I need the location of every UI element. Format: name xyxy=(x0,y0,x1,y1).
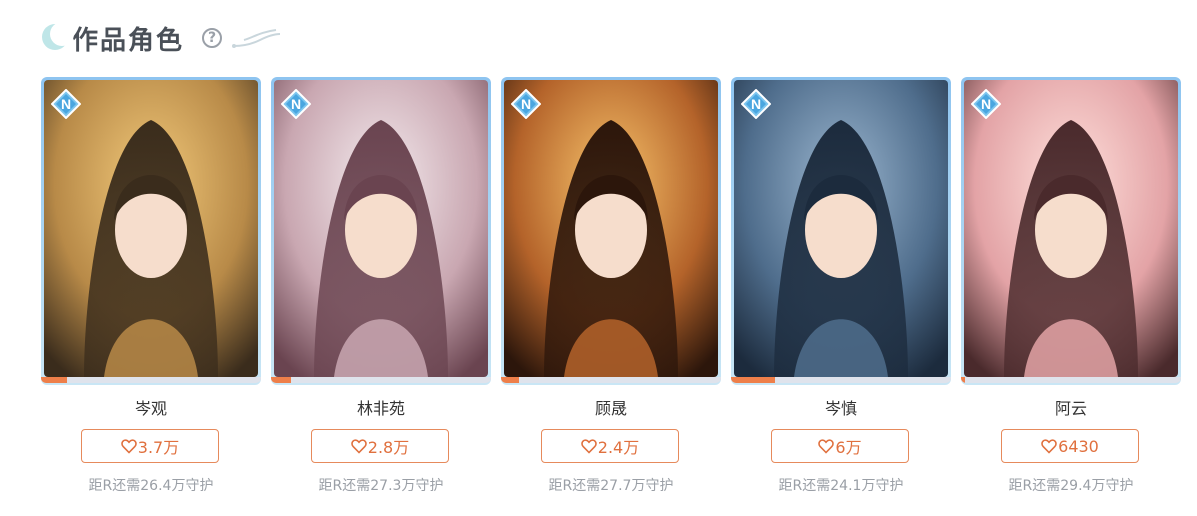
swirl-icon xyxy=(232,29,281,48)
svg-text:N: N xyxy=(981,96,991,112)
heart-icon xyxy=(1041,438,1057,454)
svg-text:N: N xyxy=(751,96,761,112)
rank-badge-n-icon: N xyxy=(50,88,82,123)
character-name: 顾晟 xyxy=(594,399,627,418)
rank-badge-n-icon: N xyxy=(280,88,312,123)
section-header: 作品角色 ? xyxy=(40,16,282,60)
heart-icon xyxy=(818,438,835,454)
svg-text:N: N xyxy=(61,96,71,112)
crescent-moon-icon xyxy=(40,21,74,55)
rank-badge-n-icon: N xyxy=(740,88,772,123)
character-portrait[interactable] xyxy=(734,80,948,377)
character-portrait[interactable] xyxy=(964,80,1178,377)
like-button[interactable]: 6430 xyxy=(1001,429,1139,463)
character-name: 林非苑 xyxy=(356,399,405,418)
guard-remaining-text: 距R还需26.4万守护 xyxy=(88,478,214,494)
guard-remaining-text: 距R还需27.7万守护 xyxy=(548,478,674,494)
heart-icon xyxy=(350,438,367,454)
rank-badge-n-icon: N xyxy=(970,88,1002,123)
like-count: 6万 xyxy=(835,438,862,457)
heart-icon xyxy=(580,438,597,454)
character-name: 岑慎 xyxy=(824,399,857,418)
character-portrait[interactable] xyxy=(504,80,718,377)
character-portrait[interactable] xyxy=(274,80,488,377)
guard-remaining-text: 距R还需27.3万守护 xyxy=(318,478,444,494)
guard-progress-bar xyxy=(501,377,721,383)
character-name: 阿云 xyxy=(1054,399,1087,418)
rank-badge-n-icon: N xyxy=(510,88,542,123)
svg-text:N: N xyxy=(521,96,531,112)
character-name: 岑观 xyxy=(134,399,167,418)
svg-text:N: N xyxy=(291,96,301,112)
like-count: 3.7万 xyxy=(137,438,180,457)
like-button[interactable]: 2.8万 xyxy=(311,429,449,463)
guard-remaining-text: 距R还需29.4万守护 xyxy=(1008,478,1134,494)
guard-progress-bar xyxy=(41,377,261,383)
like-button[interactable]: 6万 xyxy=(771,429,909,463)
guard-remaining-text: 距R还需24.1万守护 xyxy=(778,478,904,494)
character-portrait[interactable] xyxy=(44,80,258,377)
guard-progress-bar xyxy=(731,377,951,383)
like-count: 6430 xyxy=(1058,436,1099,456)
question-circle-icon[interactable]: ? xyxy=(202,28,223,48)
like-button[interactable]: 3.7万 xyxy=(81,429,219,463)
section-title: 作品角色 xyxy=(72,25,185,56)
guard-progress-bar xyxy=(961,377,1181,383)
heart-icon xyxy=(120,438,137,454)
like-count: 2.4万 xyxy=(597,438,640,457)
like-button[interactable]: 2.4万 xyxy=(541,429,679,463)
guard-progress-bar xyxy=(271,377,491,383)
like-count: 2.8万 xyxy=(367,438,410,457)
